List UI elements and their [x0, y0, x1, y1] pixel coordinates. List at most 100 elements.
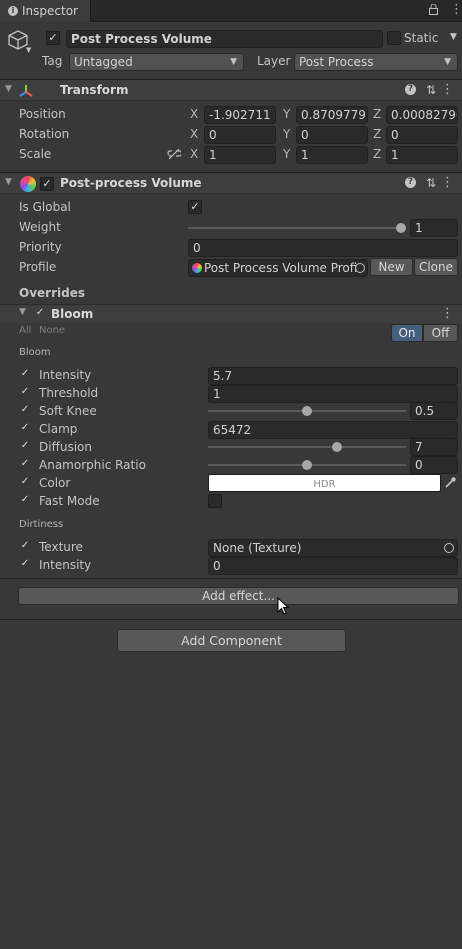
more-options-icon[interactable]: ⋮ — [441, 306, 454, 321]
ppv-header[interactable]: ▼ ✓ Post-process Volume ? ⇅ ⋮ — [0, 172, 462, 194]
rotation-y-axis[interactable]: Y — [283, 127, 290, 141]
eyedropper-icon[interactable] — [444, 476, 457, 489]
transform-header[interactable]: ▼ Transform ? ⇅ ⋮ — [0, 79, 462, 101]
bloom-header[interactable]: ▼ ✓ Bloom ⋮ — [0, 304, 462, 323]
color-label[interactable]: Color — [39, 476, 70, 490]
position-label[interactable]: Position — [19, 107, 66, 121]
threshold-label[interactable]: Threshold — [39, 386, 98, 400]
diffusion-label[interactable]: Diffusion — [39, 440, 92, 454]
scale-label[interactable]: Scale — [19, 147, 51, 161]
anamorphic-slider-knob[interactable] — [302, 460, 312, 470]
anamorphic-slider[interactable] — [208, 458, 406, 472]
tab-inspector[interactable]: i Inspector — [0, 0, 91, 22]
anamorphic-field[interactable]: 0 — [410, 456, 458, 474]
clamp-override-checkbox[interactable]: ✓ — [19, 423, 31, 435]
more-options-icon[interactable]: ⋮ — [450, 3, 462, 17]
anamorphic-label[interactable]: Anamorphic Ratio — [39, 458, 146, 472]
fast-mode-checkbox[interactable] — [208, 494, 222, 508]
is-global-checkbox[interactable]: ✓ — [188, 200, 202, 214]
none-toggle[interactable]: None — [39, 325, 65, 336]
texture-label[interactable]: Texture — [39, 540, 83, 554]
rotation-z-axis[interactable]: Z — [373, 127, 381, 141]
clone-profile-button[interactable]: Clone — [414, 258, 458, 276]
position-x-axis[interactable]: X — [190, 107, 198, 121]
profile-field[interactable]: Post Process Volume Profi — [188, 259, 368, 277]
rotation-label[interactable]: Rotation — [19, 127, 69, 141]
color-swatch[interactable]: HDR — [208, 474, 441, 492]
weight-slider-knob[interactable] — [396, 223, 406, 233]
scale-y-axis[interactable]: Y — [283, 147, 290, 161]
scale-z-axis[interactable]: Z — [373, 147, 381, 161]
scale-y-field[interactable]: 1 — [296, 146, 368, 164]
texture-field[interactable]: None (Texture) — [208, 539, 458, 557]
threshold-override-checkbox[interactable]: ✓ — [19, 387, 31, 399]
more-options-icon[interactable]: ⋮ — [441, 82, 454, 97]
dirt-intensity-override-checkbox[interactable]: ✓ — [19, 559, 31, 571]
expand-triangle-icon[interactable]: ▼ — [5, 84, 12, 94]
help-icon[interactable]: ? — [405, 84, 416, 95]
threshold-field[interactable]: 1 — [208, 385, 458, 403]
preset-icon[interactable]: ⇅ — [426, 83, 436, 97]
add-component-button[interactable]: Add Component — [117, 629, 346, 652]
object-picker-icon[interactable] — [444, 543, 454, 553]
object-name-field[interactable]: Post Process Volume — [66, 30, 383, 48]
scale-z-field[interactable]: 1 — [386, 146, 458, 164]
active-checkbox[interactable]: ✓ — [46, 31, 60, 45]
bloom-enabled-checkbox[interactable]: ✓ — [34, 308, 46, 320]
layer-dropdown[interactable]: Post Process ▼ — [294, 53, 458, 71]
rotation-y-field[interactable]: 0 — [296, 126, 368, 144]
soft-knee-slider-knob[interactable] — [302, 406, 312, 416]
expand-triangle-icon[interactable]: ▼ — [5, 177, 12, 187]
diffusion-override-checkbox[interactable]: ✓ — [19, 441, 31, 453]
weight-label[interactable]: Weight — [19, 220, 61, 234]
rotation-z-field[interactable]: 0 — [386, 126, 458, 144]
diffusion-field[interactable]: 7 — [410, 438, 458, 456]
new-profile-button[interactable]: New — [370, 258, 413, 276]
fast-mode-label[interactable]: Fast Mode — [39, 494, 100, 508]
position-y-field[interactable]: 0.8709779 — [296, 106, 368, 124]
object-picker-icon[interactable] — [355, 263, 365, 273]
position-z-field[interactable]: 0.000827967 — [386, 106, 458, 124]
position-y-axis[interactable]: Y — [283, 107, 290, 121]
priority-label[interactable]: Priority — [19, 240, 62, 254]
diffusion-slider-knob[interactable] — [332, 442, 343, 452]
rotation-x-field[interactable]: 0 — [204, 126, 276, 144]
scale-x-axis[interactable]: X — [190, 147, 198, 161]
all-toggle[interactable]: All — [19, 325, 31, 336]
intensity-label[interactable]: Intensity — [39, 368, 91, 382]
clamp-field[interactable]: 65472 — [208, 421, 458, 439]
on-button[interactable]: On — [391, 324, 423, 342]
position-z-axis[interactable]: Z — [373, 107, 381, 121]
dirt-intensity-label[interactable]: Intensity — [39, 558, 91, 572]
intensity-override-checkbox[interactable]: ✓ — [19, 369, 31, 381]
clamp-label[interactable]: Clamp — [39, 422, 77, 436]
rotation-x-axis[interactable]: X — [190, 127, 198, 141]
help-icon[interactable]: ? — [405, 177, 416, 188]
dirt-intensity-field[interactable]: 0 — [208, 557, 458, 575]
static-checkbox[interactable] — [387, 31, 401, 45]
soft-knee-override-checkbox[interactable]: ✓ — [19, 405, 31, 417]
expand-triangle-icon[interactable]: ▼ — [19, 307, 26, 317]
diffusion-slider[interactable] — [208, 440, 406, 454]
weight-slider[interactable] — [188, 221, 406, 235]
ppv-enabled-checkbox[interactable]: ✓ — [40, 177, 54, 191]
link-scale-icon[interactable] — [167, 148, 183, 160]
soft-knee-label[interactable]: Soft Knee — [39, 404, 97, 418]
weight-field[interactable]: 1 — [410, 219, 458, 237]
color-override-checkbox[interactable]: ✓ — [19, 477, 31, 489]
static-dropdown-arrow-icon[interactable]: ▼ — [450, 32, 457, 42]
more-options-icon[interactable]: ⋮ — [441, 175, 454, 190]
priority-field[interactable]: 0 — [188, 239, 458, 257]
position-x-field[interactable]: -1.902711 — [204, 106, 276, 124]
texture-override-checkbox[interactable]: ✓ — [19, 541, 31, 553]
intensity-field[interactable]: 5.7 — [208, 367, 458, 385]
soft-knee-slider[interactable] — [208, 404, 406, 418]
scale-x-field[interactable]: 1 — [204, 146, 276, 164]
lock-icon[interactable] — [429, 3, 438, 15]
preset-icon[interactable]: ⇅ — [426, 176, 436, 190]
soft-knee-field[interactable]: 0.5 — [410, 402, 458, 420]
fast-mode-override-checkbox[interactable]: ✓ — [19, 495, 31, 507]
chevron-down-icon[interactable]: ▼ — [26, 46, 31, 54]
add-effect-button[interactable]: Add effect... — [18, 587, 459, 605]
off-button[interactable]: Off — [423, 324, 458, 342]
